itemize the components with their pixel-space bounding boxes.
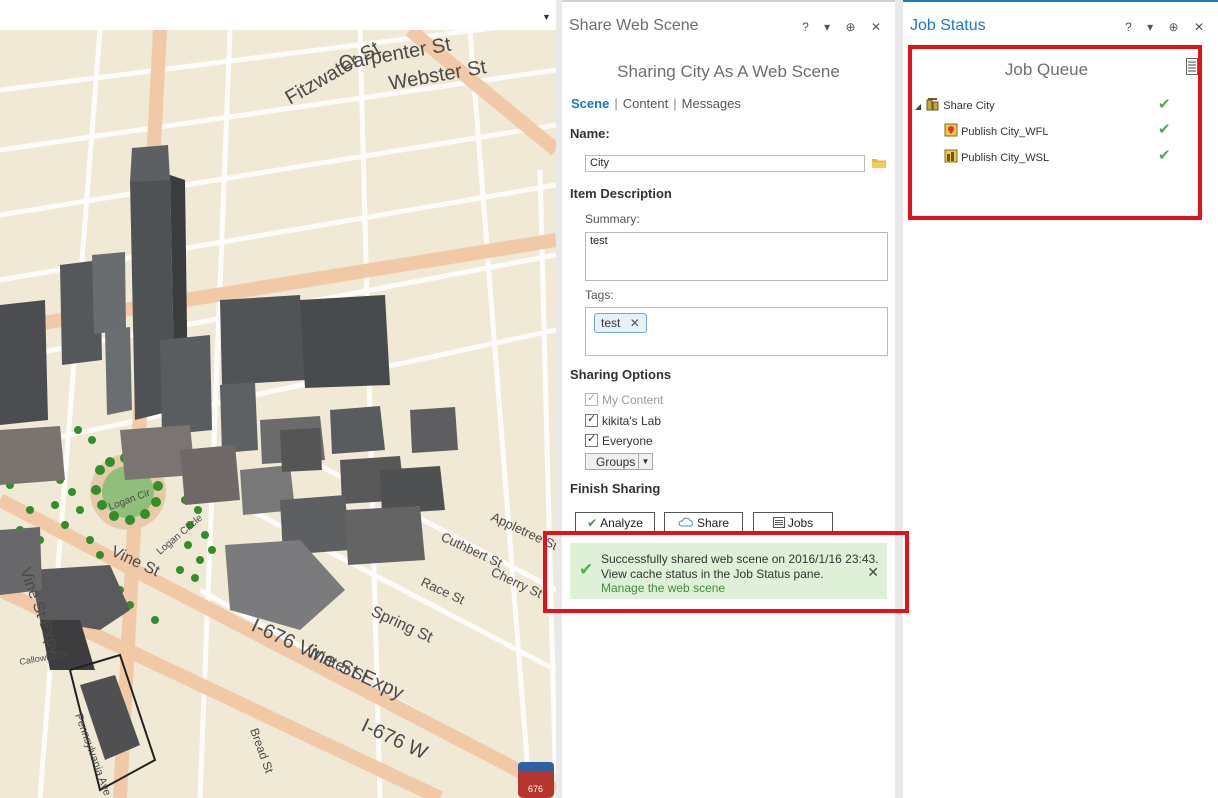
analyze-label: Analyze	[600, 516, 643, 530]
job-label: Publish City_WFL	[961, 126, 1049, 138]
share-web-scene-pane: Share Web Scene ? ▾ ⊕ ✕ Sharing City As …	[562, 0, 895, 798]
groups-dropdown[interactable]: Groups ▼	[585, 453, 653, 470]
sharing-option-everyone[interactable]: ✓ Everyone	[585, 433, 653, 448]
name-label: Name:	[570, 126, 610, 141]
checkbox[interactable]: ✓	[585, 413, 598, 427]
success-text: View cache status in the Job Status pane…	[601, 567, 824, 581]
collapse-arrow-icon[interactable]: ◢	[915, 102, 921, 111]
share-job-icon	[926, 98, 939, 111]
remove-tag-icon[interactable]: ✕	[630, 316, 640, 330]
checkmark-icon: ✔	[587, 516, 598, 530]
tags-field[interactable]: test ✕	[585, 307, 888, 356]
jobs-button[interactable]: Jobs	[753, 512, 833, 534]
share-button[interactable]: Share	[664, 512, 743, 534]
job-tree-item[interactable]: ◢ Share City	[915, 98, 995, 112]
groups-label: Groups	[596, 455, 636, 469]
success-message: ✔ Successfully shared web scene on 2016/…	[570, 543, 887, 599]
chevron-down-icon[interactable]: ▼	[638, 454, 652, 469]
checkbox-label: kikita's Lab	[602, 414, 661, 428]
pin-icon[interactable]: ⊕	[846, 20, 862, 34]
job-tree-item[interactable]: Publish City_WFL	[944, 123, 1048, 138]
scene-view[interactable]: ▼ 676 Carpenter St Webster St Fitzwater …	[0, 0, 556, 798]
scene-toolbar	[0, 0, 556, 30]
close-icon[interactable]: ✕	[871, 20, 887, 34]
interstate-shield-icon: 676	[518, 762, 554, 798]
manage-web-scene-link[interactable]: Manage the web scene	[601, 581, 725, 595]
scene-3d-map[interactable]: 676 Carpenter St Webster St Fitzwater St…	[0, 30, 556, 798]
help-icon[interactable]: ?	[802, 20, 815, 34]
job-complete-icon: ✔	[1158, 121, 1171, 138]
sharing-option-group[interactable]: ✓ kikita's Lab	[585, 413, 661, 428]
job-label: Publish City_WSL	[961, 152, 1050, 164]
summary-label: Summary:	[585, 212, 640, 226]
tag-chip: test ✕	[594, 313, 647, 333]
jobs-label: Jobs	[787, 516, 814, 530]
tag-chip-label: test	[601, 316, 621, 330]
browse-folder-icon[interactable]	[872, 158, 887, 169]
pane-title: Job Status	[910, 17, 986, 34]
pane-options-icon[interactable]: ▾	[824, 20, 836, 34]
pane-options-icon[interactable]: ▾	[1147, 20, 1159, 34]
name-field[interactable]: City	[585, 155, 865, 172]
share-label: Share	[696, 516, 730, 530]
close-icon[interactable]: ✕	[867, 564, 879, 581]
tab-content[interactable]: Content	[623, 96, 669, 111]
job-status-pane: Job Status ? ▾ ⊕ ✕ Job Queue ◢ Share Cit…	[903, 0, 1218, 798]
cloud-icon	[678, 517, 693, 527]
job-complete-icon: ✔	[1158, 96, 1171, 113]
summary-field[interactable]: test	[585, 232, 888, 281]
feature-layer-icon	[944, 123, 958, 137]
success-text: Successfully shared web scene on 2016/1/…	[601, 552, 879, 566]
job-tree-item[interactable]: Publish City_WSL	[944, 149, 1049, 164]
pane-splitter[interactable]	[895, 0, 903, 798]
checkbox[interactable]: ✓	[585, 433, 598, 447]
interstate-shield-number: 676	[528, 784, 543, 794]
pane-controls: ? ▾ ⊕ ✕	[1125, 20, 1210, 34]
scene-layer-icon	[944, 149, 958, 163]
tab-messages[interactable]: Messages	[682, 96, 741, 111]
tab-bar: Scene | Content | Messages	[571, 96, 741, 111]
finish-sharing-label: Finish Sharing	[570, 481, 661, 496]
analyze-button[interactable]: ✔ Analyze	[575, 512, 655, 534]
help-icon[interactable]: ?	[1125, 20, 1138, 34]
checkbox-label: Everyone	[602, 434, 653, 448]
close-icon[interactable]: ✕	[1194, 20, 1210, 34]
pin-icon[interactable]: ⊕	[1169, 20, 1185, 34]
pane-title: Share Web Scene	[569, 17, 699, 34]
scene-dropdown-icon[interactable]: ▼	[542, 12, 551, 22]
sharing-options-label: Sharing Options	[570, 367, 672, 382]
success-check-icon: ✔	[579, 560, 594, 579]
job-queue-title: Job Queue	[1004, 60, 1089, 79]
sharing-option-my-content: ✓ My Content	[585, 392, 664, 407]
map-background	[0, 30, 556, 798]
jobs-list-icon	[772, 517, 785, 528]
pane-subtitle: Sharing City As A Web Scene	[617, 62, 840, 81]
tags-label: Tags:	[585, 288, 614, 302]
tab-scene[interactable]: Scene	[571, 96, 609, 111]
item-description-label: Item Description	[570, 186, 672, 201]
pane-controls: ? ▾ ⊕ ✕	[802, 20, 887, 34]
job-complete-icon: ✔	[1158, 147, 1171, 164]
job-label: Share City	[943, 100, 995, 112]
checkbox-label: My Content	[602, 393, 664, 407]
checkbox: ✓	[585, 392, 598, 406]
menu-icon[interactable]	[1186, 58, 1198, 75]
